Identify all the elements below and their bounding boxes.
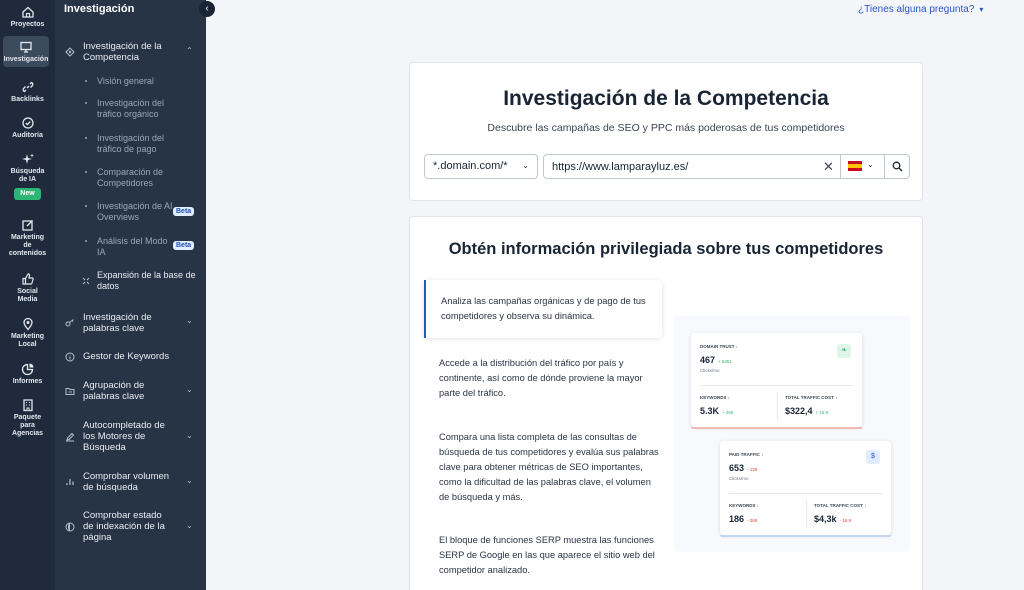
section-palabras-clave[interactable]: Investigación de palabras clave bbox=[65, 312, 173, 334]
section-agrupacion[interactable]: Agrupación de palabras clave bbox=[65, 380, 173, 402]
sparkle-icon bbox=[21, 152, 35, 166]
rail-item-informes[interactable]: Informes bbox=[0, 362, 55, 386]
expand-icon bbox=[81, 276, 91, 286]
globe-icon bbox=[65, 522, 75, 532]
chevron-down-icon[interactable]: ⌄ bbox=[186, 316, 193, 325]
research-submenu: Investigación Investigación de la Compet… bbox=[55, 0, 206, 590]
subitem-trafico-pago[interactable]: Investigación del tráfico de pago bbox=[85, 133, 177, 155]
rail-item-marketing-local[interactable]: Marketing Local bbox=[0, 317, 55, 349]
chevron-up-icon[interactable]: ⌃ bbox=[186, 46, 193, 55]
keywords-value: 5.3K + 265 bbox=[700, 406, 734, 416]
feature-item[interactable]: Accede a la distribución del tráfico por… bbox=[439, 356, 659, 401]
rail-item-social-media[interactable]: Social Media bbox=[0, 272, 55, 304]
info-title: Obtén información privilegiada sobre tus… bbox=[448, 240, 884, 258]
caret-down-icon: ▾ bbox=[979, 5, 984, 14]
subitem-vision-general[interactable]: Visión general bbox=[85, 76, 154, 87]
bars-icon bbox=[65, 477, 75, 487]
submenu-title: Investigación bbox=[64, 3, 135, 15]
domain-input[interactable] bbox=[544, 155, 814, 178]
collapse-sidebar-button[interactable]: ‹ bbox=[199, 1, 215, 17]
pencil-icon bbox=[65, 432, 75, 442]
rail-label: Auditoría bbox=[12, 132, 43, 139]
chevron-down-icon[interactable]: ⌄ bbox=[186, 476, 193, 485]
section-competencia[interactable]: Investigación de la Competencia bbox=[65, 41, 178, 63]
chevron-down-icon[interactable]: ⌄ bbox=[186, 385, 193, 394]
chart-pie-icon bbox=[21, 362, 35, 376]
section-volumen-busqueda[interactable]: Comprobar volumen de búsqueda bbox=[66, 471, 180, 493]
chevron-down-icon[interactable]: ⌄ bbox=[186, 431, 193, 440]
feature-item[interactable]: Compara una lista completa de las consul… bbox=[439, 430, 659, 505]
rail-label: Backlinks bbox=[11, 96, 44, 103]
help-link[interactable]: ¿Tienes alguna pregunta? ▾ bbox=[858, 4, 983, 15]
key-icon bbox=[65, 318, 75, 328]
subitem-modo-ia[interactable]: Análisis del Modo IA bbox=[85, 236, 173, 258]
scope-select[interactable]: *.domain.com/* ⌄ bbox=[424, 154, 538, 179]
rail-item-proyectos[interactable]: Proyectos bbox=[0, 5, 55, 29]
page-title: Investigación de la Competencia bbox=[503, 87, 829, 110]
check-circle-icon bbox=[21, 116, 35, 130]
chevron-down-icon: ⌄ bbox=[522, 161, 529, 170]
info-card: Obtén información privilegiada sobre tus… bbox=[409, 216, 923, 590]
thumbs-up-icon bbox=[21, 272, 35, 286]
rail-item-backlinks[interactable]: Backlinks bbox=[0, 80, 55, 104]
preview-card-paid: PAID TRAFFIC ↓ 653- 128 Clicks/mo $ KEYW… bbox=[720, 441, 891, 537]
icon-rail: Proyectos Investigación Backlinks Audito… bbox=[0, 0, 55, 590]
domain-trust-value: 467 + 6351 bbox=[700, 355, 732, 365]
dollar-icon: $ bbox=[866, 450, 880, 464]
chevron-down-icon[interactable]: ⌄ bbox=[186, 521, 193, 530]
metrics-preview: DOMAIN TRUST ↓ 467 + 6351 Clicks/mo ❧ KEY… bbox=[674, 316, 910, 552]
beta-badge: Beta bbox=[173, 207, 195, 216]
feature-item[interactable]: El bloque de funciones SERP muestra las … bbox=[439, 533, 659, 578]
new-badge: New bbox=[14, 188, 41, 200]
section-autocompletado[interactable]: Autocompletado de los Motores de Búsqued… bbox=[66, 420, 178, 453]
rail-item-paquete-agencias[interactable]: Paquete para Agencias bbox=[0, 398, 55, 438]
clear-icon[interactable]: ✕ bbox=[823, 159, 834, 175]
search-icon bbox=[892, 161, 903, 172]
beta-badge: Beta bbox=[173, 241, 195, 250]
paid-traffic-value: 653- 128 bbox=[729, 463, 758, 473]
section-expansion-base[interactable]: Expansión de la base de datos bbox=[82, 270, 202, 292]
location-pin-icon bbox=[21, 317, 35, 331]
leaf-icon: ❧ bbox=[837, 344, 851, 358]
page-subtitle: Descubre las campañas de SEO y PPC más p… bbox=[487, 122, 845, 134]
country-select[interactable]: ⌄ bbox=[840, 155, 884, 178]
subitem-comparacion[interactable]: Comparación de Competidores bbox=[85, 167, 177, 189]
rail-label: Investigación bbox=[3, 56, 49, 63]
monitor-icon bbox=[19, 40, 33, 54]
subitem-ai-overviews[interactable]: Investigación de AI Overviews bbox=[85, 201, 173, 223]
cost-value: $4,3k - 16.9 bbox=[814, 514, 852, 524]
target-icon bbox=[65, 47, 75, 57]
rail-label: Marketing de contenidos bbox=[8, 234, 47, 257]
rail-item-investigacion[interactable]: Investigación bbox=[3, 36, 49, 67]
edit-icon bbox=[21, 218, 35, 232]
rail-label: Proyectos bbox=[10, 21, 45, 28]
feature-item-active[interactable]: Analiza las campañas orgánicas y de pago… bbox=[424, 280, 662, 338]
spain-flag-icon bbox=[848, 161, 862, 171]
home-icon bbox=[21, 5, 35, 19]
rail-item-auditoria[interactable]: Auditoría bbox=[0, 116, 55, 140]
link-icon bbox=[21, 80, 35, 94]
section-indexacion[interactable]: Comprobar estado de indexación de la pág… bbox=[65, 510, 173, 543]
cost-value: $322,4 + 16.9 bbox=[785, 406, 829, 416]
chevron-down-icon: ⌄ bbox=[867, 160, 874, 169]
search-card: Investigación de la Competencia Descubre… bbox=[409, 62, 923, 201]
rail-item-busqueda-ia[interactable]: Búsqueda de IA New bbox=[0, 152, 55, 200]
domain-search-box: ✕ ⌄ bbox=[543, 154, 910, 179]
preview-card-domain: DOMAIN TRUST ↓ 467 + 6351 Clicks/mo ❧ KEY… bbox=[691, 333, 862, 429]
rail-label: Marketing Local bbox=[10, 333, 45, 348]
rail-label: Paquete para Agencias bbox=[11, 414, 44, 437]
circle-info-icon bbox=[65, 352, 75, 362]
search-button[interactable] bbox=[884, 155, 910, 178]
rail-label: Informes bbox=[12, 378, 43, 385]
rail-item-marketing-contenidos[interactable]: Marketing de contenidos bbox=[0, 218, 55, 258]
rail-label: Social Media bbox=[17, 288, 38, 303]
subitem-trafico-organico[interactable]: Investigación del tráfico orgánico bbox=[85, 98, 177, 120]
building-icon bbox=[21, 398, 35, 412]
section-gestor-keywords[interactable]: Gestor de Keywords bbox=[65, 351, 183, 362]
keywords-value: 186- 265 bbox=[729, 514, 758, 524]
rail-label: Búsqueda de IA bbox=[10, 168, 45, 183]
folder-icon bbox=[65, 386, 75, 396]
